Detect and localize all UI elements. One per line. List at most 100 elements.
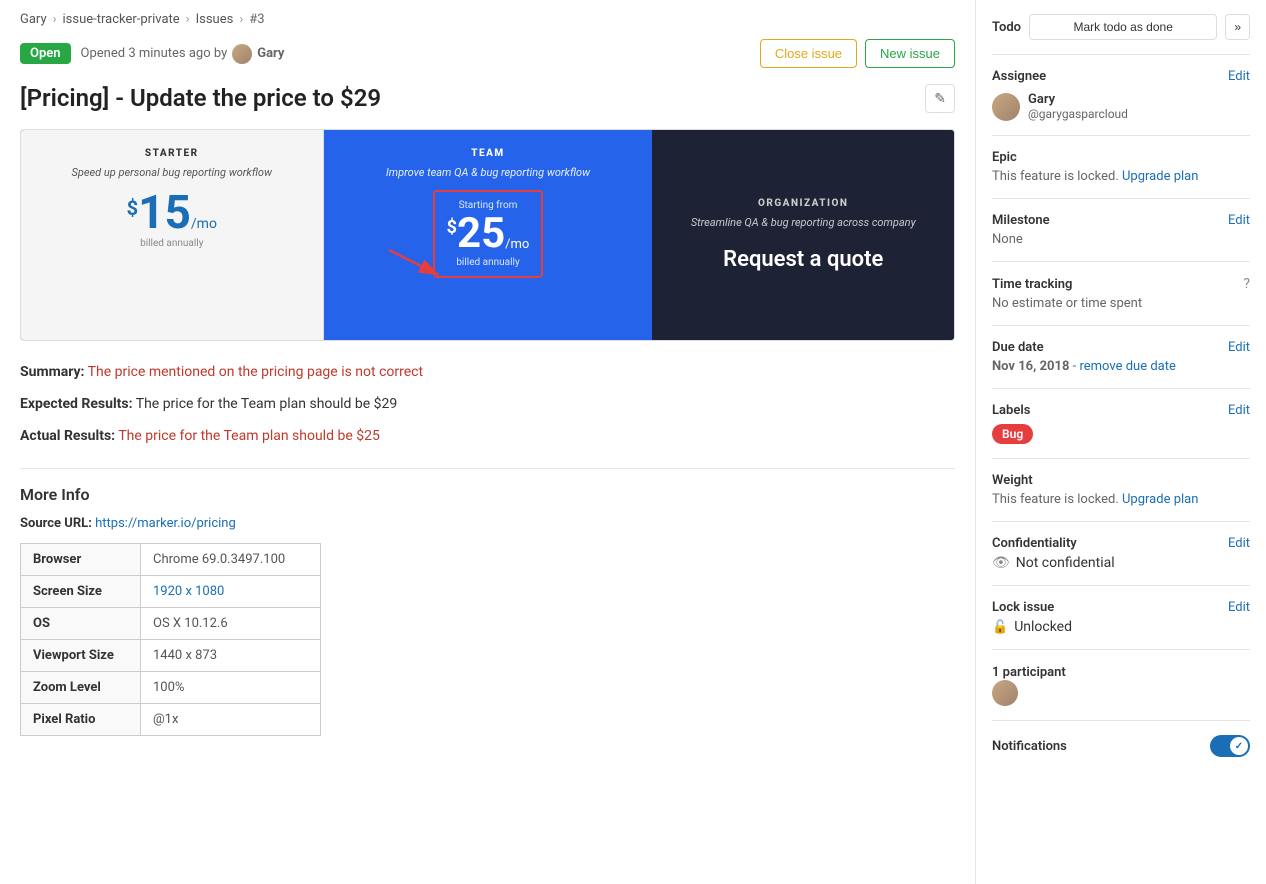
time-tracking-value: No estimate or time spent xyxy=(992,296,1250,311)
source-label: Source URL: xyxy=(20,516,92,531)
todo-section: Todo Mark todo as done » xyxy=(992,0,1250,55)
todo-chevron-button[interactable]: » xyxy=(1225,14,1250,40)
team-label: TEAM xyxy=(471,148,504,159)
starter-card: STARTER Speed up personal bug reporting … xyxy=(21,130,324,340)
team-desc: Improve team QA & bug reporting workflow xyxy=(386,165,590,180)
starter-billed: billed annually xyxy=(140,238,203,249)
table-cell-value[interactable]: 1920 x 1080 xyxy=(141,576,321,608)
time-tracking-section: Time tracking ? No estimate or time spen… xyxy=(992,262,1250,326)
participants-section: 1 participant xyxy=(992,650,1250,721)
milestone-edit-link[interactable]: Edit xyxy=(1228,213,1250,228)
weight-label: Weight xyxy=(992,473,1033,488)
team-card: TEAM Improve team QA & bug reporting wor… xyxy=(324,130,653,340)
edit-title-button[interactable]: ✎ xyxy=(925,84,955,113)
more-info-section: More Info Source URL: https://marker.io/… xyxy=(20,485,955,736)
pencil-icon: ✎ xyxy=(934,90,946,106)
team-currency: $ xyxy=(447,217,457,238)
notifications-toggle[interactable]: ✓ xyxy=(1210,735,1250,757)
participant-avatar xyxy=(992,680,1018,706)
table-row: OSOS X 10.12.6 xyxy=(21,608,321,640)
confidentiality-section: Confidentiality Edit 👁 Not confidential xyxy=(992,522,1250,586)
due-date-edit-link[interactable]: Edit xyxy=(1228,340,1250,355)
breadcrumb-gary[interactable]: Gary xyxy=(20,12,47,27)
source-url-link[interactable]: https://marker.io/pricing xyxy=(95,516,236,531)
lock-issue-label: Lock issue xyxy=(992,600,1054,615)
table-cell-value: @1x xyxy=(141,704,321,736)
section-divider xyxy=(20,468,955,469)
time-tracking-label: Time tracking xyxy=(992,277,1072,292)
mark-todo-button[interactable]: Mark todo as done xyxy=(1029,14,1217,40)
issue-screenshot: STARTER Speed up personal bug reporting … xyxy=(20,129,955,341)
epic-label: Epic xyxy=(992,150,1017,165)
participants-label: 1 participant xyxy=(992,665,1066,680)
table-row: Pixel Ratio@1x xyxy=(21,704,321,736)
lock-issue-section: Lock issue Edit 🔓 Unlocked xyxy=(992,586,1250,650)
assignee-label: Assignee xyxy=(992,69,1046,84)
summary-label: Summary: xyxy=(20,364,84,380)
notifications-section: Notifications ✓ xyxy=(992,721,1250,771)
actual-text: The price for the Team plan should be $2… xyxy=(118,428,380,444)
table-cell-value: OS X 10.12.6 xyxy=(141,608,321,640)
assignee-edit-link[interactable]: Edit xyxy=(1228,69,1250,84)
table-cell-key: OS xyxy=(21,608,141,640)
bug-label-badge: Bug xyxy=(992,424,1033,444)
assignee-handle: @garygasparcloud xyxy=(1028,107,1128,121)
table-cell-key: Viewport Size xyxy=(21,640,141,672)
expected-text: The price for the Team plan should be $2… xyxy=(136,396,398,412)
labels-edit-link[interactable]: Edit xyxy=(1228,403,1250,418)
due-date-label: Due date xyxy=(992,340,1044,355)
lock-issue-edit-link[interactable]: Edit xyxy=(1228,600,1250,615)
team-billed: billed annually xyxy=(456,257,519,268)
team-amount: 25 xyxy=(457,213,505,255)
confidentiality-edit-link[interactable]: Edit xyxy=(1228,536,1250,551)
issue-title: [Pricing] - Update the price to $29 xyxy=(20,84,381,112)
opened-text: Opened 3 minutes ago by xyxy=(81,46,228,61)
remove-due-date-link[interactable]: - remove due date xyxy=(1073,359,1176,374)
sidebar: Todo Mark todo as done » Assignee Edit G… xyxy=(976,0,1266,884)
due-date-value: Nov 16, 2018 xyxy=(992,359,1069,374)
breadcrumb-number: #3 xyxy=(249,12,264,27)
breadcrumb-repo[interactable]: issue-tracker-private xyxy=(63,12,180,27)
milestone-label: Milestone xyxy=(992,213,1050,228)
check-icon: ✓ xyxy=(1235,741,1243,752)
issue-body: Summary: The price mentioned on the pric… xyxy=(20,361,955,448)
notifications-label: Notifications xyxy=(992,739,1067,754)
starter-currency: $ xyxy=(127,196,138,220)
info-table: BrowserChrome 69.0.3497.100Screen Size19… xyxy=(20,543,321,736)
breadcrumb-issues[interactable]: Issues xyxy=(196,12,234,27)
weight-upgrade-link[interactable]: Upgrade plan xyxy=(1122,492,1198,507)
status-badge: Open xyxy=(20,43,71,64)
starter-per: /mo xyxy=(191,216,217,232)
close-issue-button[interactable]: Close issue xyxy=(760,39,857,68)
table-cell-key: Zoom Level xyxy=(21,672,141,704)
weight-section: Weight This feature is locked. Upgrade p… xyxy=(992,459,1250,522)
team-price-box: Starting from $ 25 /mo billed annually xyxy=(433,190,544,278)
opener-avatar xyxy=(232,44,252,64)
epic-upgrade-link[interactable]: Upgrade plan xyxy=(1122,169,1198,184)
actual-label: Actual Results: xyxy=(20,428,115,444)
org-desc: Streamline QA & bug reporting across com… xyxy=(691,215,916,230)
eye-icon: 👁 xyxy=(992,555,1010,571)
table-cell-value: 100% xyxy=(141,672,321,704)
lock-icon: 🔓 xyxy=(992,620,1008,635)
summary-text: The price mentioned on the pricing page … xyxy=(88,364,423,380)
table-cell-value: Chrome 69.0.3497.100 xyxy=(141,544,321,576)
issue-header: Open Opened 3 minutes ago by Gary Close … xyxy=(20,39,955,68)
table-row: BrowserChrome 69.0.3497.100 xyxy=(21,544,321,576)
org-card: ORGANIZATION Streamline QA & bug reporti… xyxy=(652,130,954,340)
confidentiality-label: Confidentiality xyxy=(992,536,1077,551)
milestone-value: None xyxy=(992,232,1250,247)
org-label: ORGANIZATION xyxy=(758,198,848,209)
assignee-name: Gary xyxy=(1028,92,1128,107)
table-row: Zoom Level100% xyxy=(21,672,321,704)
issue-title-row: [Pricing] - Update the price to $29 ✎ xyxy=(20,84,955,113)
confidentiality-value: Not confidential xyxy=(1016,555,1115,571)
breadcrumb: Gary › issue-tracker-private › Issues › … xyxy=(20,12,955,27)
time-tracking-help-icon[interactable]: ? xyxy=(1243,276,1250,292)
epic-section: Epic This feature is locked. Upgrade pla… xyxy=(992,136,1250,199)
new-issue-button[interactable]: New issue xyxy=(865,39,955,68)
todo-label: Todo xyxy=(992,20,1021,35)
table-cell-key: Browser xyxy=(21,544,141,576)
opener-name: Gary xyxy=(257,46,284,61)
table-row: Screen Size1920 x 1080 xyxy=(21,576,321,608)
